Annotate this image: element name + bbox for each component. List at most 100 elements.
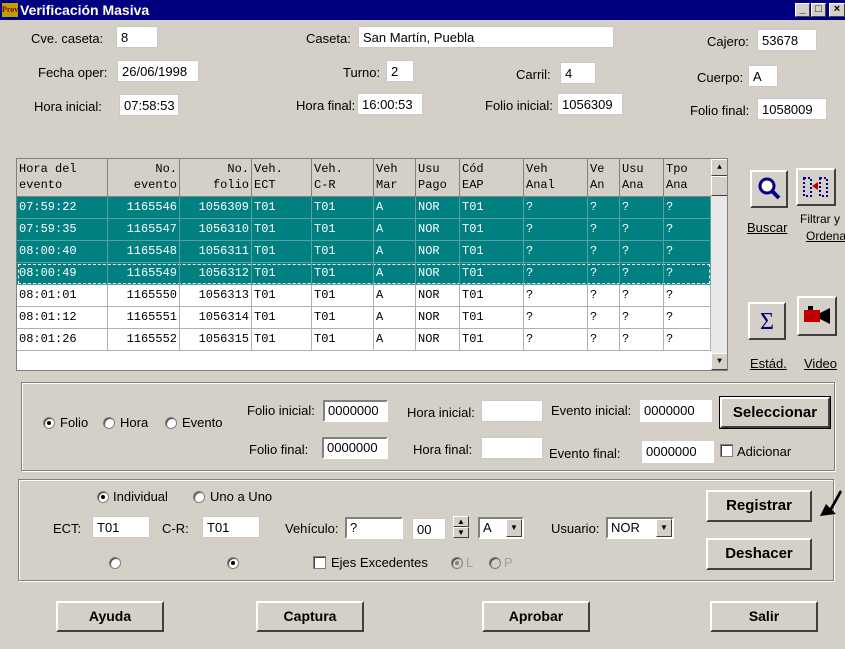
cell-usu-pago[interactable]: NOR (416, 197, 460, 219)
buscar-button[interactable] (750, 170, 788, 208)
cell-usu-ana[interactable]: ? (620, 307, 664, 329)
cell-tpo-ana[interactable]: ? (664, 263, 711, 285)
cell-hora-evento[interactable]: 07:59:22 (17, 197, 108, 219)
cell-veh-ect[interactable]: T01 (252, 241, 312, 263)
usuario-dropdown-icon[interactable]: ▼ (656, 519, 672, 537)
cell-no-evento[interactable]: 1165552 (108, 329, 180, 351)
cell-cod-eap[interactable]: T01 (460, 307, 524, 329)
close-icon[interactable]: × (829, 3, 845, 17)
col-no-folio[interactable]: No. folio (180, 159, 252, 197)
sel-hora-final-input[interactable] (481, 437, 543, 459)
cell-hora-evento[interactable]: 08:00:49 (17, 263, 108, 285)
cell-veh-mar[interactable]: A (374, 241, 416, 263)
cell-veh-ect[interactable]: T01 (252, 263, 312, 285)
cell-ve-an[interactable]: ? (588, 307, 620, 329)
radio-evento-label[interactable]: Evento (182, 415, 222, 430)
col-veh-anal[interactable]: Veh Anal (524, 159, 588, 197)
radio-individual[interactable] (97, 491, 109, 503)
cell-tpo-ana[interactable]: ? (664, 307, 711, 329)
cell-no-evento[interactable]: 1165550 (108, 285, 180, 307)
radio-hora[interactable] (103, 417, 115, 429)
cell-usu-ana[interactable]: ? (620, 241, 664, 263)
cr-input[interactable]: T01 (202, 516, 260, 538)
grid-vertical-scrollbar[interactable]: ▲ ▼ (711, 159, 727, 370)
radio-uno-a-uno-label[interactable]: Uno a Uno (210, 489, 272, 504)
cell-veh-cr[interactable]: T01 (312, 307, 374, 329)
cell-no-folio[interactable]: 1056309 (180, 197, 252, 219)
minimize-icon[interactable]: _ (795, 3, 810, 17)
cell-usu-pago[interactable]: NOR (416, 263, 460, 285)
filtrar-label-line1[interactable]: Filtrar y (800, 212, 840, 226)
video-label[interactable]: Video (804, 356, 837, 371)
cell-usu-ana[interactable]: ? (620, 263, 664, 285)
cell-no-folio[interactable]: 1056315 (180, 329, 252, 351)
salir-button[interactable]: Salir (710, 601, 818, 632)
cell-veh-anal[interactable]: ? (524, 263, 588, 285)
cell-cod-eap[interactable]: T01 (460, 329, 524, 351)
ejes-excedentes-label[interactable]: Ejes Excedentes (331, 555, 428, 570)
cell-usu-ana[interactable]: ? (620, 219, 664, 241)
filtrar-ordenar-button[interactable] (796, 168, 836, 206)
col-ve-an[interactable]: Ve An (588, 159, 620, 197)
cell-no-folio[interactable]: 1056314 (180, 307, 252, 329)
table-row[interactable]: 08:00:40 1165548 1056311 T01 T01 A NOR T01???? (17, 241, 711, 263)
cell-ve-an[interactable]: ? (588, 285, 620, 307)
cell-no-evento[interactable]: 1165551 (108, 307, 180, 329)
cell-veh-cr[interactable]: T01 (312, 219, 374, 241)
sel-folio-inicial-input[interactable]: 0000000 (323, 400, 388, 422)
cell-no-evento[interactable]: 1165549 (108, 263, 180, 285)
cell-usu-pago[interactable]: NOR (416, 219, 460, 241)
cell-veh-ect[interactable]: T01 (252, 219, 312, 241)
adicionar-label[interactable]: Adicionar (737, 444, 791, 459)
cell-veh-mar[interactable]: A (374, 219, 416, 241)
cell-hora-evento[interactable]: 08:00:40 (17, 241, 108, 263)
cell-veh-cr[interactable]: T01 (312, 285, 374, 307)
sel-evento-final-input[interactable]: 0000000 (642, 441, 714, 463)
cell-veh-anal[interactable]: ? (524, 219, 588, 241)
col-veh-cr[interactable]: Veh. C-R (312, 159, 374, 197)
cell-tpo-ana[interactable]: ? (664, 197, 711, 219)
cell-no-folio[interactable]: 1056312 (180, 263, 252, 285)
cell-no-folio[interactable]: 1056311 (180, 241, 252, 263)
title-bar[interactable]: Prov Verificación Masiva _ □ × (0, 0, 845, 20)
cell-no-evento[interactable]: 1165548 (108, 241, 180, 263)
cell-cod-eap[interactable]: T01 (460, 197, 524, 219)
radio-individual-label[interactable]: Individual (113, 489, 168, 504)
cell-ve-an[interactable]: ? (588, 263, 620, 285)
cell-veh-anal[interactable]: ? (524, 241, 588, 263)
cell-hora-evento[interactable]: 07:59:35 (17, 219, 108, 241)
cell-veh-mar[interactable]: A (374, 197, 416, 219)
ejes-excedentes-checkbox[interactable] (313, 556, 326, 569)
radio-l[interactable] (451, 557, 463, 569)
table-row[interactable]: 08:00:49 1165549 1056312 T01 T01 A NOR T01???? (17, 263, 711, 285)
cell-usu-ana[interactable]: ? (620, 197, 664, 219)
cell-veh-cr[interactable]: T01 (312, 263, 374, 285)
sel-evento-inicial-input[interactable]: 0000000 (640, 400, 712, 422)
radio-uno-a-uno[interactable] (193, 491, 205, 503)
adicionar-checkbox[interactable] (720, 444, 733, 457)
cell-veh-cr[interactable]: T01 (312, 241, 374, 263)
scroll-thumb[interactable] (711, 176, 727, 196)
cell-ve-an[interactable]: ? (588, 219, 620, 241)
radio-cr-select[interactable] (227, 557, 239, 569)
sel-folio-final-input[interactable]: 0000000 (322, 437, 388, 459)
cell-veh-ect[interactable]: T01 (252, 285, 312, 307)
table-row[interactable]: 07:59:35 1165547 1056310 T01 T01 A NOR T01???? (17, 219, 711, 241)
col-veh-ect[interactable]: Veh. ECT (252, 159, 312, 197)
col-no-evento[interactable]: No. evento (108, 159, 180, 197)
cell-veh-mar[interactable]: A (374, 307, 416, 329)
radio-p[interactable] (489, 557, 501, 569)
sel-hora-inicial-input[interactable] (481, 400, 543, 422)
col-usu-pago[interactable]: Usu Pago (416, 159, 460, 197)
cell-veh-ect[interactable]: T01 (252, 329, 312, 351)
cell-veh-anal[interactable]: ? (524, 285, 588, 307)
ejes-up-icon[interactable]: ▲ (453, 516, 469, 527)
radio-folio[interactable] (43, 417, 55, 429)
col-hora-evento[interactable]: Hora del evento (17, 159, 108, 197)
filtrar-label-line2[interactable]: Ordenar (806, 229, 845, 243)
cell-veh-cr[interactable]: T01 (312, 197, 374, 219)
cell-veh-mar[interactable]: A (374, 263, 416, 285)
estad-label[interactable]: Estád. (750, 356, 787, 371)
cell-veh-cr[interactable]: T01 (312, 329, 374, 351)
seleccionar-button[interactable]: Seleccionar (719, 396, 831, 429)
